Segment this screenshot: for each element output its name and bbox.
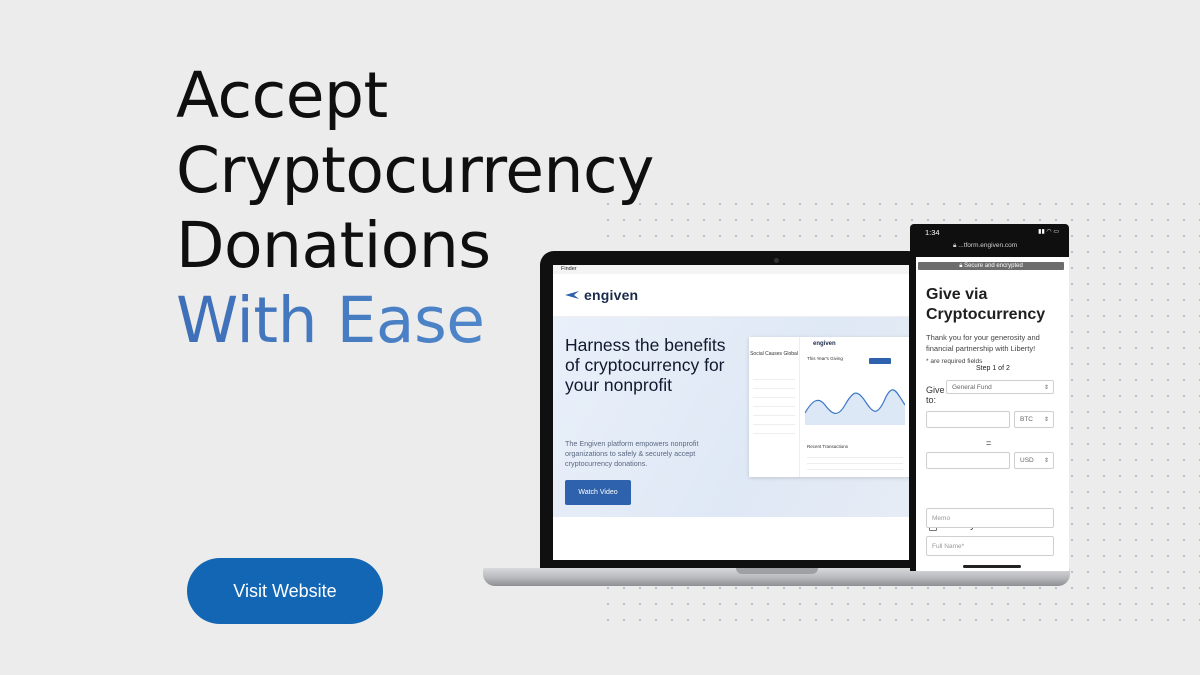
dashboard-action-button[interactable] — [869, 358, 891, 364]
give-to-label: Give to: — [926, 385, 945, 405]
site-nav: engiven — [553, 274, 909, 317]
transaction-row — [807, 465, 903, 470]
crypto-currency-select[interactable]: BTC ⇕ — [1014, 411, 1054, 428]
dashboard-nav-row[interactable] — [753, 416, 795, 425]
chevron-updown-icon: ⇕ — [1043, 417, 1049, 423]
crypto-currency-value: BTC — [1020, 416, 1033, 423]
crypto-amount-input[interactable] — [926, 411, 1010, 428]
dashboard-main: engiven This Year's Giving Recent Transa… — [803, 337, 909, 477]
full-name-input[interactable]: Full Name* — [926, 536, 1054, 556]
dashboard-sidebar: Social Causes Global — [749, 337, 800, 477]
fund-select[interactable]: General Fund ⇕ — [946, 380, 1054, 394]
url-bar[interactable]: 🔒︎ ...tform.engiven.com — [953, 242, 1017, 250]
giving-line-chart — [805, 389, 905, 425]
dashboard-recent-label: Recent Transactions — [807, 444, 849, 449]
headline-line-1: Accept — [176, 59, 388, 132]
donation-form: 🔒︎ Secure and encrypted Give via Cryptoc… — [916, 257, 1069, 571]
fund-value: General Fund — [952, 383, 992, 391]
dashboard-giving-label: This Year's Giving — [807, 356, 843, 361]
dashboard-nav-row[interactable] — [753, 425, 795, 434]
step-indicator: Step 1 of 2 — [976, 365, 1010, 372]
transaction-row — [807, 453, 903, 458]
fiat-amount-input[interactable] — [926, 452, 1010, 469]
status-time: 1:34 — [925, 228, 940, 237]
dashboard-nav-row[interactable] — [753, 398, 795, 407]
chevron-updown-icon: ⇕ — [1043, 384, 1049, 391]
full-name-placeholder: Full Name* — [932, 542, 965, 550]
secure-banner: 🔒︎ Secure and encrypted — [918, 262, 1064, 270]
hero-body: The Engiven platform empowers nonprofit … — [565, 439, 699, 468]
menubar: Finder — [553, 265, 909, 274]
brand-name[interactable]: engiven — [584, 287, 638, 303]
watch-video-button[interactable]: Watch Video — [565, 480, 631, 505]
hero-title: Harness the benefits of cryptocurrency f… — [565, 335, 726, 395]
signal-wifi-battery-icon: ▮▮ ◠ ▭ — [1038, 229, 1059, 235]
required-note: * are required fields — [926, 358, 983, 365]
lock-icon: 🔒︎ — [959, 263, 963, 269]
memo-input[interactable]: Memo — [926, 508, 1054, 528]
dashboard-logo: engiven — [813, 341, 836, 347]
dashboard-nav-row[interactable] — [753, 389, 795, 398]
dashboard-nav-row[interactable] — [753, 407, 795, 416]
engiven-logo-icon — [565, 291, 579, 299]
transaction-row — [807, 459, 903, 464]
status-bar: 1:34 ▮▮ ◠ ▭ — [910, 224, 1069, 240]
url-text: ...tform.engiven.com — [958, 242, 1018, 249]
dashboard-nav-row[interactable] — [753, 371, 795, 380]
secure-label: Secure and encrypted — [964, 263, 1023, 269]
chevron-updown-icon: ⇕ — [1043, 458, 1049, 464]
laptop-display: Finder engiven Harness the benefits of c… — [553, 265, 909, 560]
phone: 1:34 ▮▮ ◠ ▭ 🔒︎ ...tform.engiven.com 🔒︎ S… — [910, 224, 1069, 571]
fiat-currency-value: USD — [1020, 457, 1034, 464]
headline-line-2: Cryptocurrency — [176, 134, 654, 207]
camera-icon — [774, 258, 779, 263]
dashboard-org-name: Social Causes Global — [750, 351, 798, 357]
hero-section: Harness the benefits of cryptocurrency f… — [553, 317, 909, 517]
home-indicator — [963, 565, 1021, 568]
dashboard-nav-row[interactable] — [753, 380, 795, 389]
form-title: Give via Cryptocurrency — [926, 286, 1046, 323]
form-intro: Thank you for your generosity and financ… — [926, 333, 1040, 353]
memo-placeholder: Memo — [932, 514, 951, 522]
visit-website-button[interactable]: Visit Website — [187, 558, 383, 624]
fiat-currency-select[interactable]: USD ⇕ — [1014, 452, 1054, 469]
dashboard-preview: Social Causes Global engiven This Year's… — [749, 337, 909, 477]
menubar-app-name: Finder — [561, 266, 577, 272]
laptop-notch — [736, 568, 818, 574]
equals-sign: = — [986, 438, 992, 448]
laptop-screen: Finder engiven Harness the benefits of c… — [540, 251, 922, 568]
lock-icon: 🔒︎ — [953, 242, 957, 249]
